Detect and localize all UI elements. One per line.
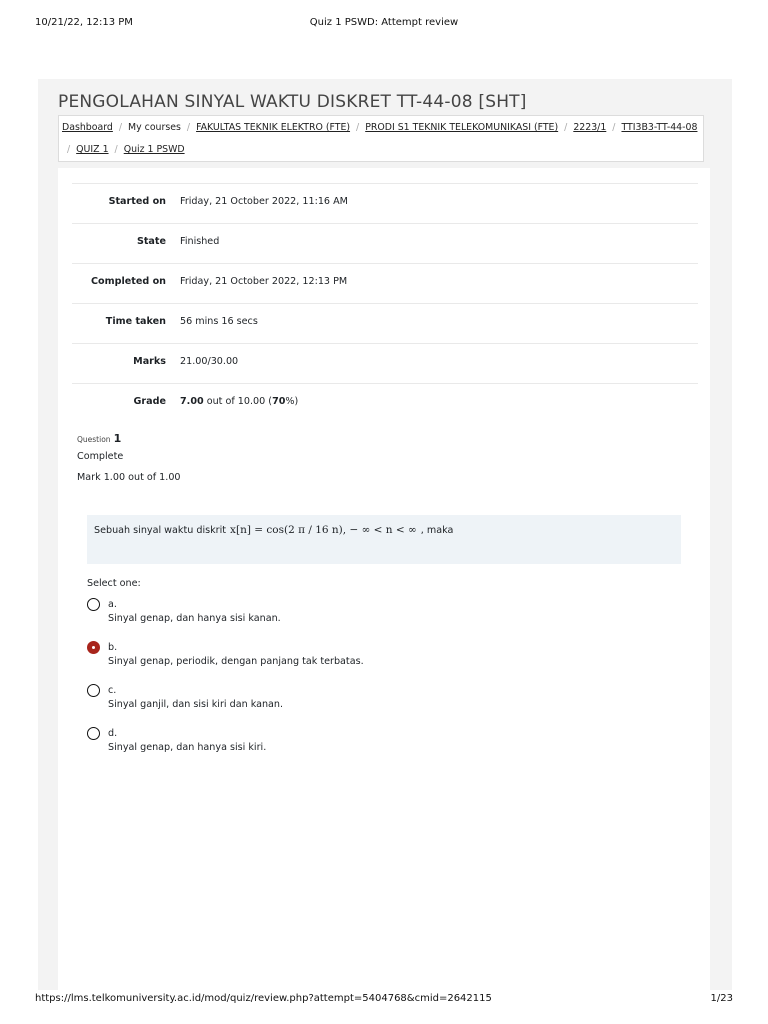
- summary-row-marks: Marks 21.00/30.00: [72, 343, 698, 383]
- summary-row-grade: Grade 7.00 out of 10.00 (70%): [72, 383, 698, 423]
- option-text: Sinyal genap, dan hanya sisi kiri.: [108, 742, 267, 753]
- option-text: Sinyal ganjil, dan sisi kiri dan kanan.: [108, 699, 284, 710]
- answer-option-d[interactable]: d. Sinyal genap, dan hanya sisi kiri.: [87, 725, 647, 761]
- breadcrumb-separator: /: [564, 122, 568, 133]
- grade-score: 7.00: [180, 396, 204, 407]
- question-text-box: Sebuah sinyal waktu diskrit x[n] = cos(2 …: [87, 515, 681, 564]
- summary-label: State: [136, 236, 166, 247]
- summary-label: Grade: [133, 396, 166, 407]
- option-letter: d.: [108, 728, 118, 739]
- question-formula: x[n] = cos(2 π / 16 n), − ∞ < n < ∞: [230, 524, 417, 536]
- grade-out-of: out of 10.00 (: [206, 396, 273, 407]
- print-url: https://lms.telkomuniversity.ac.id/mod/q…: [35, 993, 492, 1004]
- grade-percent: 70: [272, 396, 286, 407]
- breadcrumb-section[interactable]: QUIZ 1: [76, 144, 108, 155]
- print-header: 10/21/22, 12:13 PM Quiz 1 PSWD: Attempt …: [35, 17, 733, 31]
- breadcrumb-separator: /: [67, 144, 71, 155]
- summary-row-started: Started on Friday, 21 October 2022, 11:1…: [72, 183, 698, 223]
- breadcrumb-separator: /: [356, 122, 360, 133]
- breadcrumb-separator: /: [118, 122, 123, 133]
- grade-percent-suffix: %): [285, 396, 299, 407]
- breadcrumb-separator: /: [186, 122, 191, 133]
- summary-value: 7.00 out of 10.00 (70%): [180, 396, 298, 407]
- breadcrumb-faculty[interactable]: FAKULTAS TEKNIK ELEKTRO (FTE): [196, 122, 350, 133]
- answer-option-b[interactable]: b. Sinyal genap, periodik, dengan panjan…: [87, 639, 647, 675]
- print-footer: https://lms.telkomuniversity.ac.id/mod/q…: [35, 993, 733, 1007]
- radio-unchecked[interactable]: [87, 598, 100, 611]
- question-state: Complete: [77, 451, 124, 462]
- question-grade: Mark 1.00 out of 1.00: [77, 472, 181, 483]
- breadcrumb-my-courses: My courses: [128, 122, 181, 133]
- print-page-number: 1/23: [710, 993, 733, 1004]
- quiz-review-content: Started on Friday, 21 October 2022, 11:1…: [58, 168, 710, 990]
- option-text: Sinyal genap, dan hanya sisi kanan.: [108, 613, 281, 624]
- radio-unchecked[interactable]: [87, 684, 100, 697]
- question-number-value: 1: [113, 432, 122, 445]
- summary-label: Time taken: [105, 316, 166, 327]
- summary-value: Friday, 21 October 2022, 12:13 PM: [180, 276, 348, 287]
- question-label: Question: [77, 435, 111, 444]
- print-doc-title: Quiz 1 PSWD: Attempt review: [309, 17, 459, 28]
- summary-row-state: State Finished: [72, 223, 698, 263]
- summary-label: Marks: [133, 356, 166, 367]
- answer-option-c[interactable]: c. Sinyal ganjil, dan sisi kiri dan kana…: [87, 682, 647, 718]
- page-title: PENGOLAHAN SINYAL WAKTU DISKRET TT-44-08…: [58, 92, 527, 112]
- summary-value: 21.00/30.00: [180, 356, 239, 367]
- question-text: Sebuah sinyal waktu diskrit x[n] = cos(2 …: [94, 524, 453, 536]
- radio-checked[interactable]: [87, 641, 100, 654]
- option-letter: a.: [108, 599, 117, 610]
- breadcrumb-dashboard[interactable]: Dashboard: [62, 122, 113, 133]
- breadcrumb-program[interactable]: PRODI S1 TEKNIK TELEKOMUNIKASI (FTE): [365, 122, 558, 133]
- question-text-before: Sebuah sinyal waktu diskrit: [94, 525, 227, 536]
- radio-unchecked[interactable]: [87, 727, 100, 740]
- summary-value: Friday, 21 October 2022, 11:16 AM: [180, 196, 348, 207]
- summary-row-time-taken: Time taken 56 mins 16 secs: [72, 303, 698, 343]
- breadcrumb-course[interactable]: TTI3B3-TT-44-08: [621, 122, 697, 133]
- breadcrumb-quiz[interactable]: Quiz 1 PSWD: [124, 144, 185, 155]
- question-text-after: , maka: [420, 525, 454, 536]
- summary-value: Finished: [180, 236, 220, 247]
- breadcrumb-term[interactable]: 2223/1: [573, 122, 606, 133]
- breadcrumb: Dashboard / My courses / FAKULTAS TEKNIK ELE…: [58, 115, 704, 162]
- breadcrumb-separator: /: [114, 144, 118, 155]
- summary-label: Completed on: [90, 276, 166, 287]
- summary-row-completed: Completed on Friday, 21 October 2022, 12…: [72, 263, 698, 303]
- select-one-label: Select one:: [87, 578, 141, 589]
- question-number: Question 1: [77, 432, 121, 445]
- summary-label: Started on: [108, 196, 166, 207]
- attempt-summary-table: Started on Friday, 21 October 2022, 11:1…: [72, 183, 698, 423]
- summary-value: 56 mins 16 secs: [180, 316, 258, 327]
- answer-option-a[interactable]: a. Sinyal genap, dan hanya sisi kanan.: [87, 596, 647, 632]
- breadcrumb-separator: /: [612, 122, 616, 133]
- option-letter: b.: [108, 642, 118, 653]
- option-letter: c.: [108, 685, 117, 696]
- option-text: Sinyal genap, periodik, dengan panjang t…: [108, 656, 364, 667]
